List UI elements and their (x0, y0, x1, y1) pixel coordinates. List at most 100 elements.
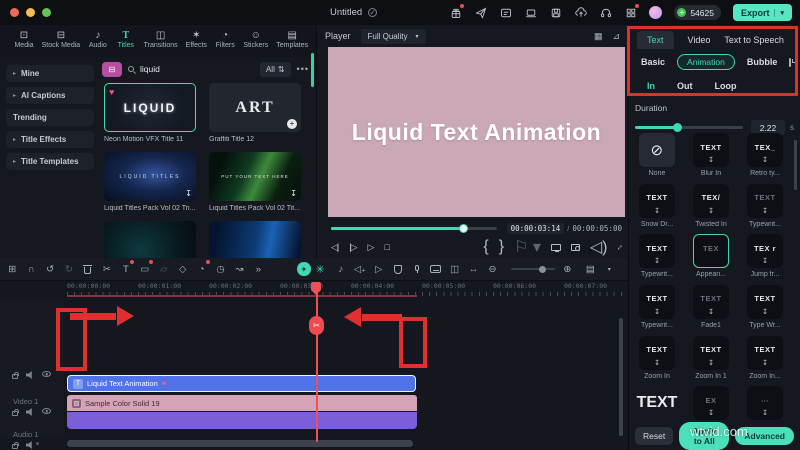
scopes-icon[interactable]: ⊿ (612, 31, 620, 42)
play-icon[interactable]: ▷ (368, 242, 375, 253)
template-card-graffiti[interactable]: ART + Graffiti Title 12 (209, 83, 301, 143)
preset-jump[interactable]: TEX r ↧ Jump fr... (742, 234, 788, 280)
delete-icon[interactable] (82, 262, 94, 276)
more-options-icon[interactable]: ••• (297, 64, 309, 74)
quality-dropdown[interactable]: Full Quality ▾ (360, 28, 426, 44)
video-preview[interactable]: Liquid Text Animation (328, 47, 625, 217)
download-icon[interactable]: ↧ (185, 189, 192, 198)
audio-tag-icon[interactable]: ♪ (335, 262, 347, 276)
preset-partial-1[interactable]: TEXT (634, 386, 680, 422)
split-screen-icon[interactable]: ◫ (448, 262, 460, 276)
sidebar-item-ai-captions[interactable]: ▸ AI Captions (6, 87, 94, 104)
tab-transitions[interactable]: ◫ Transitions (140, 28, 182, 51)
preset-zoom-in-2[interactable]: TEXT ↧ Zoom In... (742, 335, 788, 382)
next-frame-icon[interactable]: |▷ (349, 242, 357, 253)
export-button[interactable]: Export ▾ (732, 4, 792, 21)
save-icon[interactable] (549, 6, 562, 19)
flag-marker-icon[interactable]: ⚐ ▾ (514, 237, 541, 257)
mute-track-icon[interactable] (26, 441, 32, 449)
preset-blur-in[interactable]: TEXT ↧ Blur In (688, 133, 734, 179)
sidebar-item-mine[interactable]: ▸ Mine (6, 65, 94, 82)
duration-slider[interactable] (635, 123, 743, 132)
lock-track-icon[interactable] (12, 408, 19, 416)
user-avatar[interactable] (649, 6, 663, 19)
add-text-icon[interactable]: T (120, 260, 135, 276)
speed-icon[interactable]: ◔ (195, 260, 211, 276)
mute-track-icon[interactable] (26, 408, 32, 416)
preset-twisted-in[interactable]: TEX/↧ Twisted In (688, 183, 734, 230)
crop-icon[interactable]: ▭ (139, 260, 154, 276)
maximize-window-button[interactable] (42, 8, 51, 17)
mask-icon[interactable]: ▱ (158, 262, 170, 276)
mute-track-icon[interactable] (26, 371, 32, 379)
template-card-partial-1[interactable] (104, 221, 196, 258)
template-card-pack-1[interactable]: LIQUID TITLES ↧ Liquid Titles Pack Vol 0… (104, 152, 196, 212)
timeline-horizontal-scrollbar[interactable] (67, 440, 413, 447)
redo-icon[interactable]: ↻ (63, 262, 75, 276)
upload-cloud-icon[interactable] (574, 6, 587, 19)
add-to-timeline-icon[interactable]: + (287, 119, 297, 129)
template-card-neon-motion[interactable]: ♥ LIQUID Neon Motion VFX Title 11 (104, 83, 196, 143)
magnet-icon[interactable]: ∩ (25, 262, 37, 276)
download-icon[interactable]: ↧ (290, 189, 297, 198)
presets-scrollbar[interactable] (794, 140, 797, 190)
tab-effects[interactable]: ✶ Effects (181, 28, 211, 51)
media-scrollbar[interactable] (311, 53, 314, 87)
snapshot-camera-icon[interactable] (570, 243, 580, 251)
preset-partial-2[interactable]: EX ↧ (688, 386, 734, 422)
preset-typewriter-3[interactable]: TEXT ↧ Typewrit... (634, 284, 680, 331)
credits-counter[interactable]: + 54625 (674, 5, 721, 20)
sidebar-item-title-templates[interactable]: ▸ Title Templates (6, 153, 94, 170)
split-scissors-icon[interactable]: ✂ (101, 262, 113, 276)
timeline-zoom-handle[interactable] (539, 265, 547, 273)
preset-snow-drift[interactable]: TEXT ↧ Snow Dr... (634, 183, 680, 230)
preset-type-writer[interactable]: TEXT ↧ Type Wr... (742, 284, 788, 331)
gift-icon[interactable] (449, 4, 465, 19)
tab-media[interactable]: ⊡ Media (10, 28, 38, 51)
apps-grid-icon[interactable] (624, 4, 640, 19)
filter-all-dropdown[interactable]: All ⇅ (259, 61, 291, 77)
playhead-line[interactable] (316, 282, 318, 442)
seek-bar[interactable] (331, 223, 497, 233)
template-card-pack-2[interactable]: PUT YOUR TEXT HERE ↧ Liquid Titles Pack … (209, 152, 301, 212)
sidebar-item-trending[interactable]: Trending (6, 109, 94, 126)
hide-track-icon[interactable] (42, 371, 51, 377)
support-headset-icon[interactable] (599, 6, 612, 19)
tasks-icon[interactable] (499, 6, 512, 19)
stop-icon[interactable]: □ (384, 242, 390, 252)
preset-typewriter-2[interactable]: TEXT ↧ Typewrit... (634, 234, 680, 280)
preset-none[interactable]: ⊘ None (634, 133, 680, 179)
undo-icon[interactable]: ↺ (44, 262, 56, 276)
tab-titles[interactable]: T Titles (112, 28, 140, 51)
reset-button[interactable]: Reset (635, 427, 674, 445)
fullscreen-icon[interactable]: ↕ (615, 242, 625, 252)
zoom-out-icon[interactable]: ⊖ (486, 262, 498, 276)
tab-stickers[interactable]: ☺ Stickers (239, 28, 272, 51)
secondary-display-icon[interactable] (550, 243, 561, 252)
hide-track-icon[interactable] (42, 408, 51, 414)
keyframe-icon[interactable]: ◇ (176, 262, 188, 276)
tab-templates[interactable]: ▤ Templates (272, 28, 312, 51)
zoom-in-icon[interactable]: ⊕ (561, 262, 573, 276)
subtitle-icon[interactable] (429, 262, 442, 276)
tab-filters[interactable]: ◔ Filters (211, 28, 239, 51)
title-clip[interactable]: T Liquid Text Animation ♥ (67, 375, 416, 392)
preset-appearing[interactable]: TEX Appeari... (688, 234, 734, 280)
preset-fade1[interactable]: TEXT ↧ Fade1 (688, 284, 734, 331)
ai-media-icon[interactable]: ⊟ (102, 61, 122, 77)
preset-typewriter-1[interactable]: TEXT ↧ Typewrit... (742, 183, 788, 230)
search-input[interactable] (140, 64, 254, 74)
preset-zoom-in[interactable]: TEXT ↧ Zoom In (634, 335, 680, 382)
timer-icon[interactable]: ◷ (214, 262, 226, 276)
lock-track-icon[interactable] (12, 371, 19, 379)
more-tools-icon[interactable]: » (252, 262, 264, 276)
tab-stock-media[interactable]: ⊟ Stock Media (38, 28, 84, 51)
preview-render-icon[interactable]: ▷ (373, 262, 385, 276)
template-card-partial-2[interactable] (209, 221, 301, 258)
track-manager-icon[interactable]: ▤ (584, 262, 596, 276)
record-voiceover-icon[interactable] (410, 262, 422, 276)
close-window-button[interactable] (10, 8, 19, 17)
color-clip-body[interactable] (67, 412, 417, 429)
seek-handle[interactable] (459, 223, 468, 233)
lock-track-icon[interactable] (12, 441, 19, 449)
